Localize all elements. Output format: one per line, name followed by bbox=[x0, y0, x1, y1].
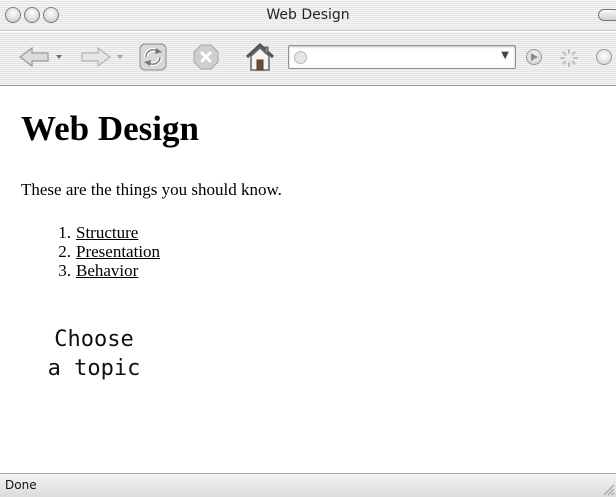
reload-button[interactable] bbox=[138, 42, 168, 72]
prompt-line-1: Choose bbox=[54, 327, 134, 352]
url-bar[interactable]: ▼ bbox=[288, 45, 516, 69]
stop-button[interactable] bbox=[192, 43, 220, 71]
back-button[interactable] bbox=[18, 46, 64, 68]
page-content: Web Design These are the things you shou… bbox=[0, 87, 616, 473]
list-number: 1. bbox=[58, 223, 71, 242]
toolbar-toggle-button[interactable] bbox=[598, 9, 616, 21]
topic-link-presentation[interactable]: Presentation bbox=[76, 242, 160, 261]
window-title: Web Design bbox=[266, 7, 350, 23]
status-bar: Done bbox=[0, 473, 616, 497]
home-button[interactable] bbox=[244, 41, 276, 73]
list-item: 2. Presentation bbox=[30, 242, 160, 261]
title-bar: Web Design bbox=[0, 0, 616, 31]
go-arrow-icon bbox=[531, 53, 538, 61]
list-item: 3. Behavior bbox=[30, 261, 160, 280]
intro-text: These are the things you should know. bbox=[21, 180, 282, 199]
stop-icon bbox=[193, 44, 219, 70]
list-number: 2. bbox=[58, 242, 71, 261]
navigation-toolbar: ▼ bbox=[0, 32, 616, 86]
choose-topic-prompt: Choose a topic bbox=[24, 325, 164, 383]
url-history-dropdown-icon[interactable]: ▼ bbox=[501, 50, 509, 61]
status-text: Done bbox=[5, 478, 37, 492]
resize-grip-icon[interactable] bbox=[601, 482, 615, 496]
back-arrow-icon bbox=[19, 46, 62, 68]
topic-link-structure[interactable]: Structure bbox=[76, 223, 138, 242]
reload-icon bbox=[139, 43, 167, 71]
forward-arrow-icon bbox=[81, 46, 123, 68]
list-item: 1. Structure bbox=[30, 223, 160, 242]
loading-throbber-icon bbox=[560, 49, 578, 67]
go-button[interactable] bbox=[526, 49, 542, 65]
list-number: 3. bbox=[58, 261, 71, 280]
site-icon bbox=[294, 51, 307, 64]
topic-link-behavior[interactable]: Behavior bbox=[76, 261, 138, 280]
forward-button[interactable] bbox=[80, 46, 126, 68]
topic-list: 1. Structure 2. Presentation 3. Behavior bbox=[30, 223, 160, 280]
page-heading: Web Design bbox=[21, 109, 199, 148]
prompt-line-2: a topic bbox=[47, 356, 141, 381]
search-engine-icon[interactable] bbox=[596, 49, 612, 65]
home-icon bbox=[245, 43, 275, 71]
